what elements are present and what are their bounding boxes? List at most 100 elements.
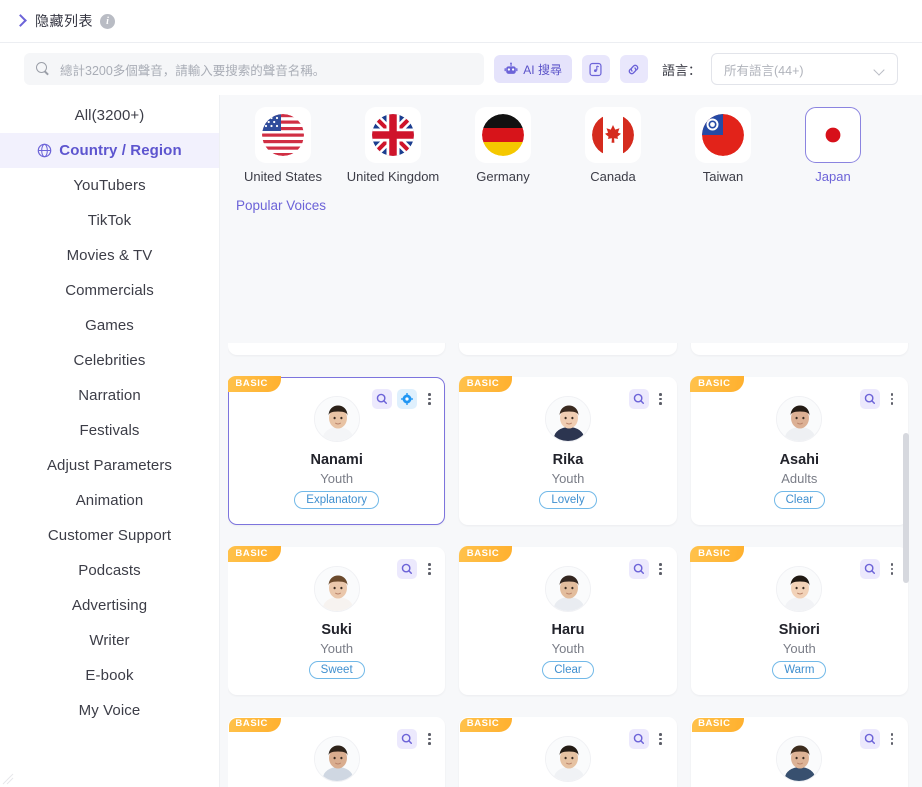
- audio-file-button[interactable]: [581, 55, 610, 83]
- avatar: [544, 396, 591, 442]
- country-flag-box: [475, 107, 531, 163]
- flag-tw-icon: [702, 114, 744, 156]
- voice-card-asahio[interactable]: BASICAsahioYouthClear: [459, 717, 677, 787]
- dot: [890, 567, 894, 571]
- voice-settings-button[interactable]: [397, 389, 418, 409]
- preview-voice-button[interactable]: [859, 729, 880, 749]
- sidebar-item-e-book[interactable]: E-book: [0, 658, 219, 693]
- voice-style-tag: Clear: [773, 491, 826, 509]
- flag-us-icon: [262, 114, 304, 156]
- voice-age: Youth: [551, 641, 585, 656]
- dot: [428, 392, 431, 396]
- more-options-button[interactable]: [885, 559, 899, 579]
- more-options-button[interactable]: [422, 559, 436, 579]
- voice-style-tag: Lovely: [539, 491, 597, 509]
- plan-badge: BASIC: [460, 718, 513, 733]
- sidebar-item-narration[interactable]: Narration: [0, 378, 219, 413]
- search-input[interactable]: 總計3200多個聲音，請輸入要搜索的聲音名稱。: [24, 53, 485, 85]
- sidebar-item-festivals[interactable]: Festivals: [0, 413, 219, 448]
- voice-card-nanami[interactable]: BASIC Nanami Youth Explanatory: [228, 376, 446, 525]
- link-button[interactable]: [619, 55, 648, 83]
- plan-badge: BASIC: [690, 376, 744, 393]
- sidebar-item-customer-support[interactable]: Customer Support: [0, 518, 219, 553]
- dot: [428, 397, 431, 401]
- sidebar-item-tiktok[interactable]: TikTok: [0, 203, 219, 238]
- country-item-taiwan[interactable]: Taiwan: [668, 107, 778, 184]
- chevron-right-icon[interactable]: [14, 14, 28, 28]
- country-item-united-states[interactable]: United States: [228, 107, 338, 184]
- ai-search-button[interactable]: AI 搜尋: [494, 55, 572, 83]
- collapse-list-label[interactable]: 隐藏列表: [35, 11, 93, 31]
- sidebar-item-commercials[interactable]: Commercials: [0, 273, 219, 308]
- scrollbar-thumb[interactable]: [903, 433, 909, 583]
- more-options-button[interactable]: [654, 559, 668, 579]
- link-icon: [629, 64, 639, 74]
- voice-card-haru[interactable]: BASIC Haru Youth Clear: [458, 546, 677, 695]
- voice-card-shiori[interactable]: BASIC Shiori Youth Warm: [690, 546, 908, 695]
- sidebar-item-writer[interactable]: Writer: [0, 623, 219, 658]
- search-icon: [864, 393, 875, 405]
- dot: [428, 742, 431, 746]
- sidebar-item-movies-tv[interactable]: Movies & TV: [0, 238, 219, 273]
- voice-card-partial[interactable]: YouthPure: [459, 343, 677, 355]
- voice-card-grid: YouthElegantYouthPureAdultsNaturalBASICN…: [228, 343, 912, 787]
- sidebar-item-games[interactable]: Games: [0, 308, 219, 343]
- content-area: All(3200+) Country / Region YouTubers TikTo…: [0, 95, 922, 787]
- voice-card-daichi[interactable]: BASICDaichiYouthSteady: [690, 717, 908, 787]
- card-actions: [397, 559, 436, 579]
- preview-voice-button[interactable]: [859, 559, 880, 579]
- more-options-button[interactable]: [422, 389, 436, 409]
- dot: [428, 562, 431, 566]
- preview-voice-button[interactable]: [628, 729, 649, 749]
- more-options-button[interactable]: [885, 729, 899, 749]
- sidebar-item-country-region[interactable]: Country / Region: [0, 133, 219, 168]
- sidebar-item-animation[interactable]: Animation: [0, 483, 219, 518]
- more-options-button[interactable]: [654, 389, 668, 409]
- country-item-japan[interactable]: Japan: [778, 107, 888, 184]
- voice-card-rika[interactable]: BASIC Rika Youth Lovely: [458, 376, 677, 525]
- resize-handle-icon[interactable]: [2, 773, 14, 785]
- preview-voice-button[interactable]: [628, 559, 649, 579]
- avatar: [544, 566, 591, 612]
- voice-card-asahi[interactable]: BASIC Asahi Adults Clear: [690, 376, 908, 525]
- country-flag-box: [805, 107, 861, 163]
- country-item-germany[interactable]: Germany: [448, 107, 558, 184]
- sidebar-item-my-voice[interactable]: My Voice: [0, 693, 219, 728]
- country-label: Taiwan: [702, 169, 744, 184]
- sidebar-item-celebrities[interactable]: Celebrities: [0, 343, 219, 378]
- voice-card-suki[interactable]: BASIC Suki Youth Sweet: [228, 546, 446, 695]
- preview-voice-button[interactable]: [397, 559, 418, 579]
- preview-voice-button[interactable]: [859, 389, 880, 409]
- more-options-button[interactable]: [885, 389, 899, 409]
- preview-voice-button[interactable]: [397, 729, 418, 749]
- voice-card-partial[interactable]: YouthElegant: [228, 343, 446, 355]
- card-actions: [859, 729, 899, 749]
- voice-card-naoki[interactable]: BASICNaokiYouthMagnetic: [228, 717, 446, 787]
- sidebar-item-adjust-parameters[interactable]: Adjust Parameters: [0, 448, 219, 483]
- sidebar-item-label: Narration: [78, 387, 141, 404]
- country-item-canada[interactable]: Canada: [558, 107, 668, 184]
- voice-card-partial[interactable]: AdultsNatural: [690, 343, 908, 355]
- info-icon[interactable]: i: [100, 13, 115, 29]
- sidebar-item-label: Games: [85, 317, 134, 334]
- voice-style-tag: Warm: [772, 661, 827, 679]
- plan-badge: BASIC: [458, 376, 513, 393]
- dot: [659, 732, 662, 736]
- more-options-button[interactable]: [422, 729, 436, 749]
- sidebar-item-all-3200[interactable]: All(3200+): [0, 98, 219, 133]
- preview-voice-button[interactable]: [628, 389, 649, 409]
- voice-card-scroll-area[interactable]: YouthElegantYouthPureAdultsNaturalBASICN…: [228, 343, 912, 787]
- sidebar-item-podcasts[interactable]: Podcasts: [0, 553, 219, 588]
- language-select[interactable]: 所有語言(44+): [711, 53, 898, 85]
- more-options-button[interactable]: [654, 729, 668, 749]
- country-item-united-kingdom[interactable]: United Kingdom: [338, 107, 448, 184]
- sidebar-item-youtubers[interactable]: YouTubers: [0, 168, 219, 203]
- avatar: [544, 736, 591, 782]
- sidebar-item-advertising[interactable]: Advertising: [0, 588, 219, 623]
- voice-name: Nanami: [310, 452, 363, 468]
- avatar: [776, 736, 823, 782]
- preview-voice-button[interactable]: [372, 389, 393, 409]
- search-icon: [633, 733, 644, 745]
- vertical-scrollbar[interactable]: [902, 343, 910, 787]
- dot: [428, 567, 431, 571]
